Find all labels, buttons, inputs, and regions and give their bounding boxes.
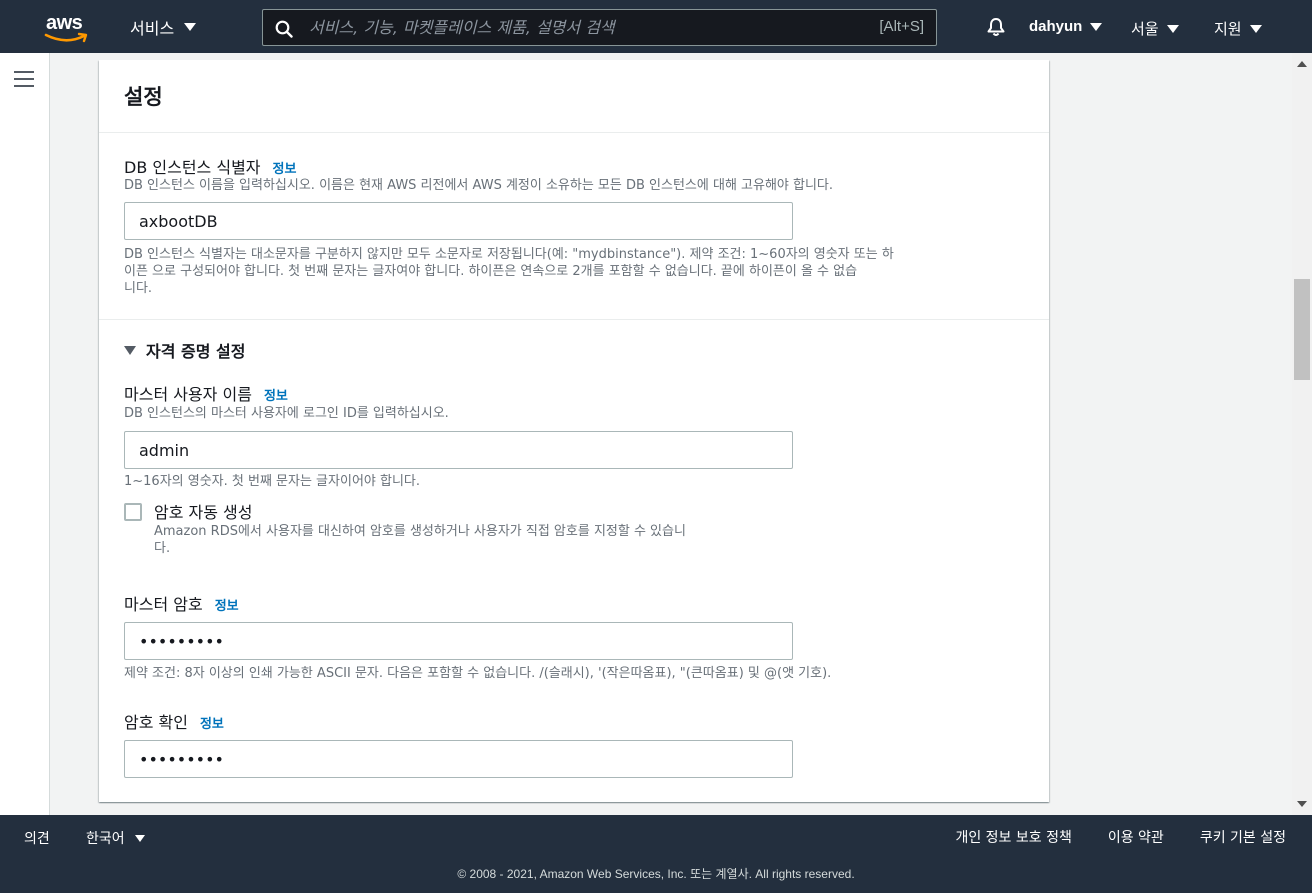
master-user-label: 마스터 사용자 이름	[124, 385, 252, 404]
support-label: 지원	[1214, 20, 1242, 38]
footer-links: 개인 정보 보호 정책 이용 약관 쿠키 기본 설정	[955, 827, 1286, 847]
language-selector[interactable]: 한국어	[86, 828, 145, 848]
card-title: 설정	[124, 85, 163, 109]
auto-password-label[interactable]: 암호 자동 생성	[154, 499, 253, 523]
terms-link[interactable]: 이용 약관	[1108, 827, 1164, 847]
confirm-password-label: 암호 확인	[124, 713, 188, 732]
aws-logo[interactable]: aws	[44, 12, 90, 44]
master-user-input[interactable]: admin	[124, 431, 793, 469]
triangle-down-icon	[124, 345, 136, 355]
db-identifier-info-link[interactable]: 정보	[273, 158, 297, 177]
copyright: © 2008 - 2021, Amazon Web Services, Inc.…	[457, 867, 855, 881]
caret-down-icon	[1249, 24, 1262, 33]
caret-down-icon	[1166, 24, 1179, 33]
credentials-section-toggle[interactable]: 자격 증명 설정	[124, 338, 245, 362]
footer: 의견 한국어 개인 정보 보호 정책 이용 약관 쿠키 기본 설정 © 2008…	[0, 815, 1312, 893]
card-header: 설정	[99, 60, 1049, 133]
region-menu[interactable]: 서울	[1131, 18, 1179, 39]
privacy-policy-link[interactable]: 개인 정보 보호 정책	[955, 827, 1071, 847]
page-scrollbar[interactable]	[1292, 53, 1312, 815]
master-user-info-link[interactable]: 정보	[264, 385, 288, 404]
support-menu[interactable]: 지원	[1214, 18, 1262, 39]
services-menu[interactable]: 서비스	[130, 15, 197, 39]
master-password-hint: 제약 조건: 8자 이상의 인쇄 가능한 ASCII 문자. 다음은 포함할 수…	[124, 666, 832, 681]
services-label: 서비스	[130, 19, 175, 38]
db-identifier-label-row: DB 인스턴스 식별자 정보	[124, 154, 296, 178]
db-identifier-hint-3: 니다.	[124, 281, 153, 296]
cookie-preferences-link[interactable]: 쿠키 기본 설정	[1200, 827, 1286, 847]
side-rail	[0, 53, 50, 815]
user-name: dahyun	[1029, 18, 1083, 35]
master-user-description: DB 인스턴스의 마스터 사용자에 로그인 ID를 입력하십시오.	[124, 406, 449, 421]
db-identifier-hint-2: 이픈 으로 구성되어야 합니다. 첫 번째 문자는 글자여야 합니다. 하이픈은…	[124, 264, 858, 279]
db-identifier-hint-1: DB 인스턴스 식별자는 대소문자를 구분하지 않지만 모두 소문자로 저장됩니…	[124, 247, 894, 262]
search-input[interactable]	[309, 10, 849, 45]
db-identifier-description: DB 인스턴스 이름을 입력하십시오. 이름은 현재 AWS 리전에서 AWS …	[124, 178, 834, 193]
scroll-up-arrow-icon[interactable]	[1297, 61, 1307, 67]
user-menu[interactable]: dahyun	[1029, 18, 1103, 35]
caret-down-icon	[134, 834, 145, 842]
confirm-password-info-link[interactable]: 정보	[200, 713, 224, 732]
caret-down-icon	[184, 23, 197, 31]
auto-password-description-2: 다.	[154, 541, 171, 556]
section-divider	[99, 319, 1049, 320]
auto-password-description-1: Amazon RDS에서 사용자를 대신하여 암호를 생성하거나 사용자가 직접…	[154, 524, 686, 539]
confirm-password-label-row: 암호 확인 정보	[124, 709, 224, 733]
master-user-label-row: 마스터 사용자 이름 정보	[124, 381, 288, 405]
scroll-down-arrow-icon[interactable]	[1297, 801, 1307, 807]
top-navigation: aws 서비스 [Alt+S] dahyun 서울 지원	[0, 0, 1312, 53]
confirm-password-input[interactable]: •••••••••	[124, 740, 793, 778]
master-user-hint: 1~16자의 영숫자. 첫 번째 문자는 글자이어야 합니다.	[124, 474, 421, 489]
master-password-label-row: 마스터 암호 정보	[124, 591, 239, 615]
caret-down-icon	[1090, 22, 1103, 31]
master-password-label: 마스터 암호	[124, 595, 203, 614]
notification-bell-icon[interactable]	[986, 17, 1006, 37]
hamburger-menu-icon[interactable]	[14, 71, 34, 92]
language-label: 한국어	[86, 831, 125, 847]
aws-smile-icon	[44, 32, 88, 43]
credentials-section-title: 자격 증명 설정	[146, 342, 246, 361]
scroll-thumb[interactable]	[1294, 279, 1310, 380]
search-icon	[275, 20, 293, 38]
search-bar[interactable]: [Alt+S]	[262, 9, 937, 46]
db-identifier-label: DB 인스턴스 식별자	[124, 158, 261, 177]
master-password-input[interactable]: •••••••••	[124, 622, 793, 660]
search-shortcut: [Alt+S]	[879, 18, 924, 35]
feedback-link[interactable]: 의견	[24, 828, 50, 848]
settings-card: 설정 DB 인스턴스 식별자 정보 DB 인스턴스 이름을 입력하십시오. 이름…	[99, 60, 1049, 802]
master-password-info-link[interactable]: 정보	[215, 595, 239, 614]
auto-password-checkbox[interactable]	[124, 503, 142, 521]
region-name: 서울	[1131, 20, 1159, 38]
db-identifier-input[interactable]: axbootDB	[124, 202, 793, 240]
